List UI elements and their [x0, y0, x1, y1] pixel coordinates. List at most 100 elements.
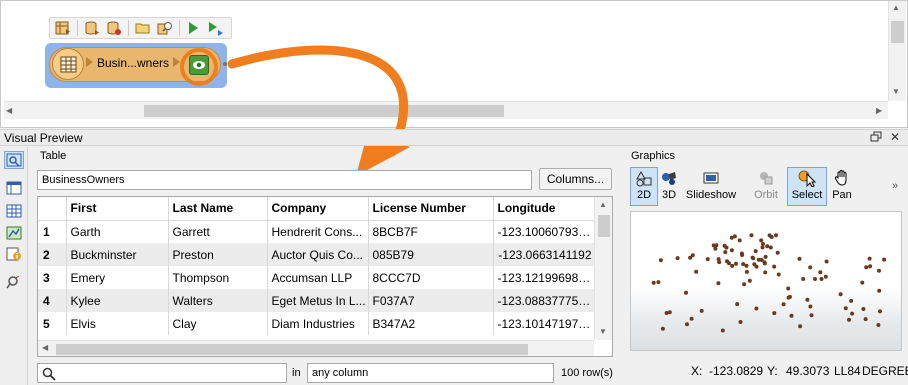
map-point[interactable]	[751, 256, 756, 261]
canvas-vertical-scrollbar[interactable]: ▲ ▼	[888, 1, 906, 101]
map-point[interactable]	[690, 253, 695, 258]
table-row[interactable]: 5 Elvis Clay Diam Industries B347A2 -123…	[38, 312, 595, 335]
add-writer-icon[interactable]	[104, 19, 123, 37]
table-row[interactable]: 1 Garth Garrett Hendrerit Cons... 8BCB7F…	[38, 220, 595, 243]
cell-company[interactable]: Hendrerit Cons...	[267, 220, 369, 243]
map-point[interactable]	[651, 280, 656, 285]
cell-last-name[interactable]: Garrett	[168, 220, 268, 243]
map-point[interactable]	[761, 242, 765, 246]
map-point[interactable]	[762, 261, 767, 266]
column-header[interactable]: Company	[267, 197, 369, 221]
cell-last-name[interactable]: Thompson	[168, 266, 268, 289]
map-point[interactable]	[738, 320, 743, 324]
map-point[interactable]	[763, 254, 768, 259]
cell-longitude[interactable]: -123.1006079306	[493, 220, 595, 243]
cell-last-name[interactable]: Walters	[168, 289, 268, 312]
map-point[interactable]	[742, 282, 747, 287]
map-point[interactable]	[772, 311, 777, 316]
scrollbar-thumb[interactable]	[891, 21, 904, 43]
cell-last-name[interactable]: Preston	[168, 243, 268, 266]
map-point[interactable]	[805, 297, 810, 302]
map-point[interactable]	[878, 309, 882, 314]
map-point[interactable]	[818, 270, 823, 275]
map-point[interactable]	[741, 262, 746, 267]
graphics-viewport[interactable]	[630, 211, 902, 351]
map-point[interactable]	[716, 281, 721, 286]
map-point[interactable]	[781, 302, 786, 307]
cell-last-name[interactable]: Clay	[168, 312, 268, 335]
map-point[interactable]	[732, 234, 737, 239]
map-point[interactable]	[689, 316, 694, 321]
map-point[interactable]	[808, 304, 813, 309]
map-point[interactable]	[860, 280, 865, 285]
map-point[interactable]	[723, 250, 728, 255]
map-point[interactable]	[798, 324, 803, 329]
map-point[interactable]	[739, 251, 744, 256]
columns-button[interactable]: Columns...	[539, 168, 612, 190]
scroll-down-icon[interactable]: ▼	[892, 87, 900, 97]
column-header[interactable]: Last Name	[168, 197, 268, 221]
column-header[interactable]: License Number	[368, 197, 494, 221]
cell-license-number[interactable]: F037A7	[368, 289, 494, 312]
view-2d-button[interactable]: 2D	[630, 167, 658, 206]
map-point[interactable]	[786, 295, 791, 300]
add-reader-icon[interactable]	[82, 19, 101, 37]
run-step-icon[interactable]	[206, 19, 225, 37]
cell-first[interactable]: Kylee	[66, 289, 169, 312]
map-point[interactable]	[705, 257, 710, 262]
map-point[interactable]	[734, 261, 738, 266]
pan-button[interactable]: Pan	[829, 167, 855, 206]
scrollbar-thumb[interactable]	[144, 105, 504, 117]
search-input[interactable]	[37, 363, 287, 383]
map-point[interactable]	[868, 264, 873, 269]
map-point[interactable]	[801, 277, 806, 281]
map-point[interactable]	[882, 257, 887, 262]
scroll-left-icon[interactable]: ◀	[6, 105, 12, 117]
scrollbar-thumb[interactable]	[56, 344, 528, 355]
table-dropdown[interactable]: BusinessOwners ⌵	[37, 170, 532, 190]
map-point[interactable]	[849, 298, 854, 303]
map-point[interactable]	[759, 258, 764, 262]
map-point[interactable]	[747, 278, 752, 283]
run-icon[interactable]	[184, 19, 203, 37]
cell-first[interactable]: Elvis	[66, 312, 169, 335]
map-point[interactable]	[769, 235, 774, 239]
table-row[interactable]: 3 Emery Thompson Accumsan LLP 8CCC7D -12…	[38, 266, 595, 289]
scroll-down-icon[interactable]: ▼	[599, 327, 607, 336]
map-point[interactable]	[727, 261, 731, 266]
view-3d-button[interactable]: 3D	[658, 167, 680, 206]
map-point[interactable]	[797, 256, 802, 261]
map-point[interactable]	[658, 258, 663, 263]
map-point[interactable]	[660, 326, 665, 331]
graphics-view-icon[interactable]	[4, 224, 24, 242]
cell-license-number[interactable]: B347A2	[368, 312, 494, 335]
row-number-header[interactable]	[38, 197, 67, 221]
map-point[interactable]	[776, 272, 781, 277]
map-point[interactable]	[713, 246, 718, 251]
cell-longitude[interactable]: -123.1014719755	[493, 312, 595, 335]
map-point[interactable]	[813, 277, 817, 281]
cell-longitude[interactable]: -123.1219969846	[493, 266, 595, 289]
map-point[interactable]	[768, 245, 773, 250]
cell-company[interactable]: Auctor Quis Co...	[267, 243, 369, 266]
column-header[interactable]: Longitude	[493, 197, 595, 221]
map-point[interactable]	[772, 264, 777, 269]
map-point[interactable]	[863, 317, 868, 322]
map-point[interactable]	[819, 277, 824, 281]
search-icon[interactable]	[155, 19, 174, 37]
map-point[interactable]	[684, 290, 688, 295]
map-point[interactable]	[838, 292, 843, 297]
orbit-button[interactable]: Orbit	[750, 167, 782, 206]
map-point[interactable]	[724, 245, 729, 250]
map-point[interactable]	[763, 270, 768, 275]
map-point[interactable]	[752, 262, 757, 267]
map-point[interactable]	[730, 263, 735, 268]
inspect-cache-icon[interactable]	[189, 55, 209, 75]
select-button[interactable]: Select	[787, 167, 827, 206]
reader-icon[interactable]	[53, 19, 72, 37]
cell-company[interactable]: Accumsan LLP	[267, 266, 369, 289]
map-point[interactable]	[694, 269, 699, 274]
cell-first[interactable]: Garth	[66, 220, 169, 243]
map-point[interactable]	[759, 238, 764, 243]
cell-longitude[interactable]: -123.0883777553	[493, 289, 595, 312]
